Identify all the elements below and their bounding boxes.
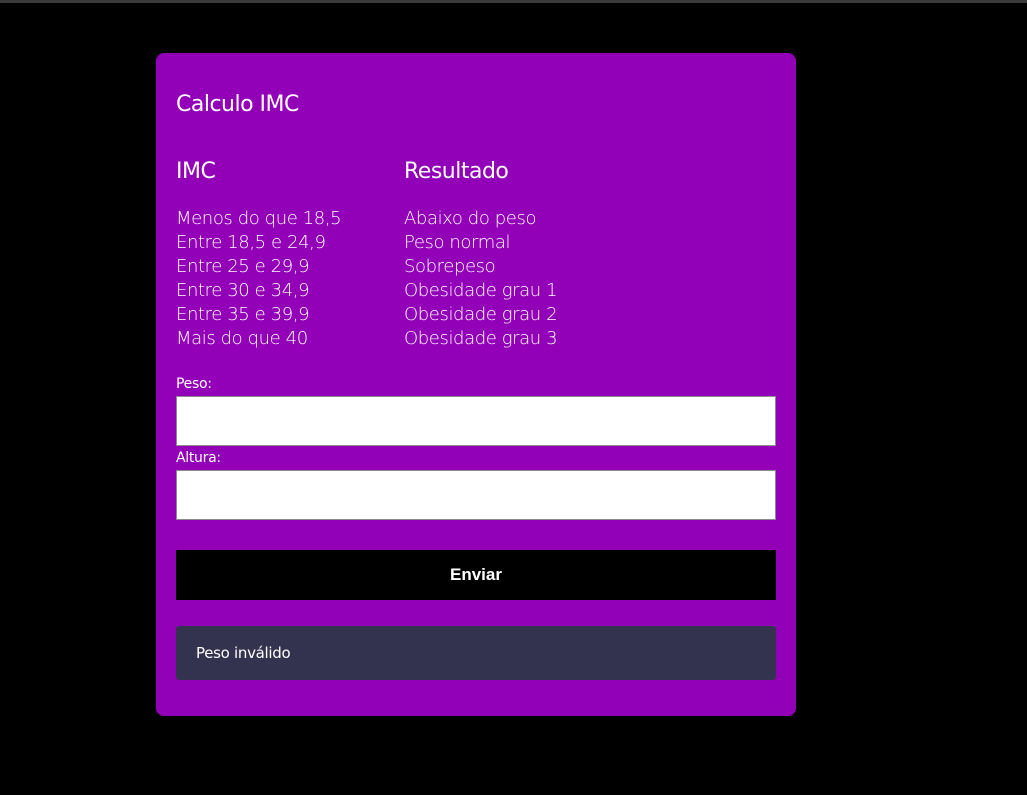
imc-card: Calculo IMC IMC Resultado Menos do que 1…	[156, 53, 796, 716]
result-item: Sobrepeso	[404, 256, 496, 277]
result-message: Peso inválido	[196, 644, 291, 662]
result-item: Obesidade grau 3	[404, 328, 558, 349]
page-title: Calculo IMC	[176, 92, 299, 117]
imc-range-item: Entre 18,5 e 24,9	[176, 232, 326, 253]
imc-range-item: Menos do que 18,5	[176, 208, 342, 229]
imc-range-list: Menos do que 18,5 Entre 18,5 e 24,9 Entr…	[176, 207, 342, 351]
result-column-header: Resultado	[404, 159, 509, 184]
window-top-border	[0, 0, 1027, 3]
result-item: Obesidade grau 2	[404, 304, 558, 325]
imc-column-header: IMC	[176, 159, 216, 184]
imc-range-item: Entre 35 e 39,9	[176, 304, 310, 325]
altura-label: Altura:	[176, 450, 221, 466]
result-list: Abaixo do peso Peso normal Sobrepeso Obe…	[404, 207, 558, 351]
peso-input[interactable]	[176, 396, 776, 446]
result-item: Peso normal	[404, 232, 511, 253]
imc-range-item: Entre 25 e 29,9	[176, 256, 310, 277]
imc-range-item: Entre 30 e 34,9	[176, 280, 310, 301]
result-item: Abaixo do peso	[404, 208, 537, 229]
submit-button[interactable]: Enviar	[176, 550, 776, 600]
result-message-box: Peso inválido	[176, 626, 776, 680]
peso-label: Peso:	[176, 376, 212, 392]
imc-range-item: Mais do que 40	[176, 328, 308, 349]
altura-input[interactable]	[176, 470, 776, 520]
result-item: Obesidade grau 1	[404, 280, 558, 301]
